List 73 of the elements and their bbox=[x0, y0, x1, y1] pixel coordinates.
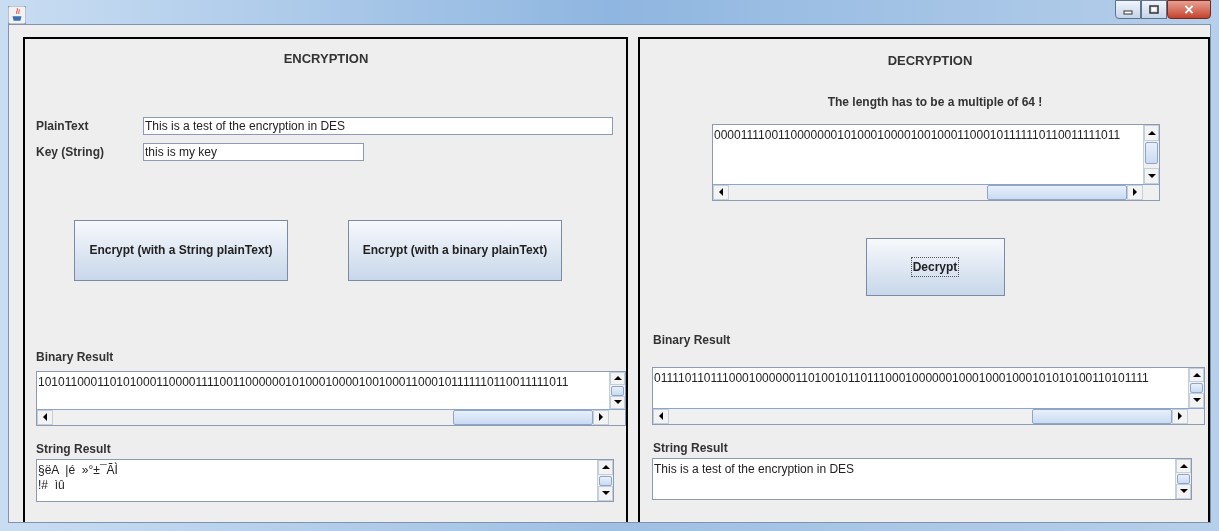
scroll-thumb[interactable] bbox=[599, 475, 612, 486]
text-line: !# ìû bbox=[38, 477, 66, 493]
decrypt-button[interactable]: Decrypt bbox=[865, 237, 1005, 296]
scroll-down-button[interactable] bbox=[610, 395, 625, 409]
text-line: 0111101101110001000000110100101101110001000000100010001000101010100110101111 bbox=[654, 370, 1150, 386]
scroll-down-button[interactable] bbox=[1176, 484, 1191, 499]
scroll-thumb[interactable] bbox=[987, 184, 1127, 200]
vertical-scrollbar[interactable] bbox=[1175, 458, 1191, 499]
maximize-button[interactable] bbox=[1141, 0, 1167, 19]
vertical-scrollbar[interactable] bbox=[609, 371, 625, 409]
scroll-up-button[interactable] bbox=[598, 459, 613, 475]
field-label: Binary Result bbox=[653, 331, 732, 349]
down-arrow-icon bbox=[1192, 396, 1201, 405]
scroll-thumb[interactable] bbox=[1177, 474, 1190, 484]
scroll-right-button[interactable] bbox=[1127, 184, 1143, 200]
right-arrow-icon bbox=[597, 413, 605, 421]
scroll-right-button[interactable] bbox=[593, 409, 609, 425]
up-arrow-icon bbox=[613, 374, 622, 382]
field-label: Binary Result bbox=[36, 348, 115, 366]
scroll-thumb[interactable] bbox=[611, 385, 624, 396]
scroll-down-button[interactable] bbox=[1189, 393, 1204, 408]
input-field[interactable]: This is a test of the encryption in DES bbox=[143, 116, 613, 135]
panel-title: DECRYPTION bbox=[887, 52, 973, 70]
text-line: §ëA |é »°±¯ÃÌ bbox=[38, 462, 119, 478]
horizontal-scrollbar[interactable] bbox=[713, 183, 1159, 200]
minimize-button[interactable] bbox=[1115, 0, 1141, 19]
field-label: Key (String) bbox=[36, 143, 105, 161]
scroll-up-button[interactable] bbox=[1176, 458, 1191, 473]
text-line: This is a test of the encryption in DES bbox=[654, 461, 856, 477]
scroll-down-button[interactable] bbox=[598, 485, 613, 501]
scroll-left-button[interactable] bbox=[37, 409, 53, 425]
scroll-thumb[interactable] bbox=[1032, 408, 1172, 424]
maximize-icon bbox=[1149, 4, 1159, 15]
left-arrow-icon bbox=[717, 188, 725, 196]
scroll-thumb[interactable] bbox=[1190, 383, 1203, 393]
scroll-left-button[interactable] bbox=[653, 408, 669, 424]
up-arrow-icon bbox=[1179, 461, 1188, 470]
up-arrow-icon bbox=[1147, 128, 1156, 137]
horizontal-scrollbar[interactable] bbox=[37, 408, 625, 425]
left-arrow-icon bbox=[41, 413, 49, 421]
vertical-scrollbar[interactable] bbox=[597, 459, 613, 501]
encrypt-button[interactable]: Encrypt (with a binary plainText) bbox=[348, 219, 562, 281]
scroll-thumb[interactable] bbox=[1145, 141, 1158, 164]
scroll-left-button[interactable] bbox=[713, 184, 729, 200]
vertical-scrollbar[interactable] bbox=[1188, 367, 1204, 408]
field-label: PlainText bbox=[36, 117, 90, 135]
down-arrow-icon bbox=[613, 398, 622, 406]
input-field[interactable]: this is my key bbox=[143, 142, 364, 161]
text-line: 1010110001101010001100001111001100000010100010000100100011000101111110110011111011 bbox=[38, 374, 570, 390]
field-label: String Result bbox=[36, 440, 112, 458]
left-arrow-icon bbox=[657, 412, 665, 420]
scroll-down-button[interactable] bbox=[1144, 167, 1159, 184]
up-arrow-icon bbox=[601, 463, 610, 471]
encrypt-button[interactable]: Encrypt (with a String plainText) bbox=[74, 219, 288, 281]
scroll-right-button[interactable] bbox=[1172, 408, 1188, 424]
right-arrow-icon bbox=[1131, 188, 1139, 196]
close-icon bbox=[1184, 5, 1194, 14]
hint-text: The length has to be a multiple of 64 ! bbox=[827, 93, 1043, 111]
scroll-up-button[interactable] bbox=[1189, 367, 1204, 382]
up-arrow-icon bbox=[1192, 370, 1201, 379]
text-line: 000011110011000000010100010000100100011000101111110110011111011 bbox=[714, 127, 1122, 143]
scroll-thumb[interactable] bbox=[453, 409, 593, 425]
down-arrow-icon bbox=[1147, 171, 1156, 180]
close-button[interactable] bbox=[1167, 0, 1211, 19]
down-arrow-icon bbox=[601, 489, 610, 497]
down-arrow-icon bbox=[1179, 487, 1188, 496]
vertical-scrollbar[interactable] bbox=[1143, 124, 1159, 184]
scroll-up-button[interactable] bbox=[610, 371, 625, 385]
horizontal-scrollbar[interactable] bbox=[653, 407, 1204, 424]
field-label: String Result bbox=[653, 439, 729, 457]
right-arrow-icon bbox=[1176, 412, 1184, 420]
scroll-up-button[interactable] bbox=[1144, 124, 1159, 141]
panel-title: ENCRYPTION bbox=[283, 50, 369, 68]
